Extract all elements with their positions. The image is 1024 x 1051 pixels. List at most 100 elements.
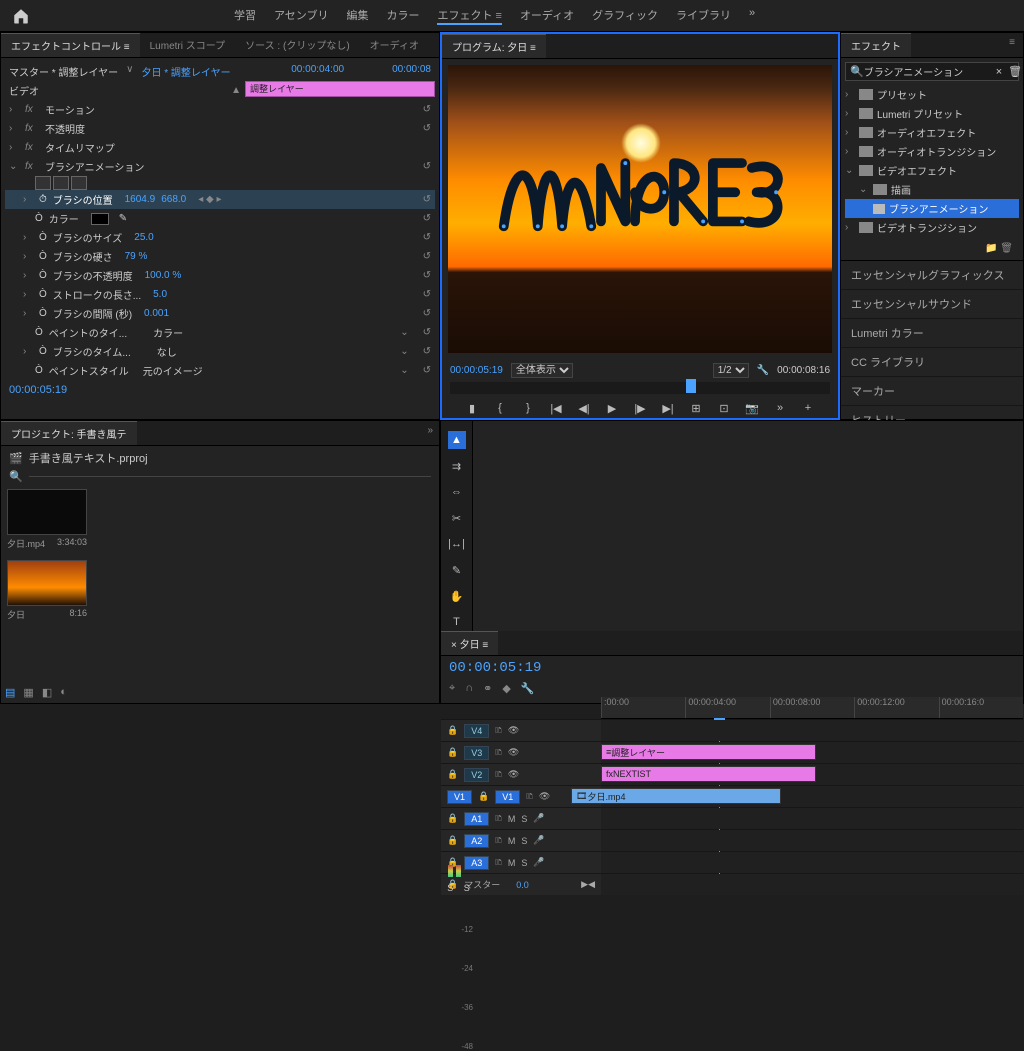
play-icon[interactable]: ▶: [603, 400, 621, 416]
lock-icon[interactable]: 🔒: [447, 725, 458, 736]
stopwatch-icon[interactable]: ⏱: [39, 194, 47, 205]
search-icon[interactable]: 🔍: [9, 470, 23, 483]
linked-selection-icon[interactable]: ⚭: [483, 682, 492, 695]
prop-brush-size[interactable]: ブラシのサイズ: [53, 230, 123, 245]
reset-icon[interactable]: ↺: [423, 104, 431, 115]
timeline-ruler[interactable]: :00:0000:00:04:0000:00:08:0000:00:12:000…: [601, 697, 1023, 719]
settings-icon[interactable]: 🔧: [757, 365, 769, 376]
track-target[interactable]: A3: [464, 856, 489, 870]
freeform-view-icon[interactable]: ◧: [42, 686, 52, 699]
project-item[interactable]: 夕日.mp43:34:03: [7, 489, 87, 550]
reset-icon[interactable]: ↺: [423, 251, 431, 262]
go-out-icon[interactable]: ▶|: [659, 400, 677, 416]
reset-icon[interactable]: ↺: [423, 270, 431, 281]
reset-icon[interactable]: ↺: [423, 232, 431, 243]
tab-project[interactable]: プロジェクト: 手書き風テ: [1, 421, 137, 445]
solo-toggle[interactable]: S: [464, 883, 470, 893]
mark-in-icon[interactable]: ▮: [463, 400, 481, 416]
program-current-tc[interactable]: 00:00:05:19: [450, 365, 503, 376]
new-bin-icon[interactable]: 🗑: [1008, 65, 1022, 78]
effects-search-input[interactable]: [864, 66, 996, 77]
brush-pos-y[interactable]: 668.0: [161, 194, 186, 205]
mask-ellipse-icon[interactable]: [35, 176, 51, 190]
stroke-len-val[interactable]: 5.0: [153, 289, 167, 300]
workspace-tab[interactable]: ライブラリ: [676, 7, 731, 25]
new-folder-icon[interactable]: 📁: [985, 243, 997, 254]
fx-timeremap[interactable]: タイムリマップ: [45, 140, 115, 155]
type-tool-icon[interactable]: T: [448, 613, 466, 631]
fit-dropdown[interactable]: 全体表示: [511, 363, 573, 378]
sort-icon[interactable]: ◐: [60, 686, 67, 699]
slip-tool-icon[interactable]: |↔|: [448, 535, 466, 553]
timeline-clip[interactable]: 🎞 夕日.mp4: [571, 788, 781, 804]
tree-presets[interactable]: プリセット: [877, 87, 927, 102]
tab-sequence[interactable]: × 夕日 ≡: [441, 631, 498, 655]
panel-markers[interactable]: マーカー: [841, 377, 1023, 406]
panel-lumetri-color[interactable]: Lumetri カラー: [841, 319, 1023, 348]
mask-rect-icon[interactable]: [53, 176, 69, 190]
track-target[interactable]: V1: [495, 790, 520, 804]
tab-effects[interactable]: エフェクト: [841, 33, 911, 57]
tab-audio[interactable]: オーディオ: [360, 33, 429, 57]
prop-brush-opacity[interactable]: ブラシの不透明度: [53, 268, 133, 283]
prop-paint-style[interactable]: ペイントスタイル: [49, 363, 129, 378]
panel-essential-sound[interactable]: エッセンシャルサウンド: [841, 290, 1023, 319]
track-select-tool-icon[interactable]: ⇉: [448, 457, 466, 475]
timeline-clip[interactable]: fx NEXTIST: [601, 766, 816, 782]
razor-tool-icon[interactable]: ✂: [448, 509, 466, 527]
tab-effect-controls[interactable]: エフェクトコントロール ≡: [1, 33, 140, 57]
step-back-icon[interactable]: ◀|: [575, 400, 593, 416]
brush-opac-val[interactable]: 100.0 %: [145, 270, 182, 281]
tree-audiotr[interactable]: オーディオトランジション: [877, 144, 996, 159]
reset-icon[interactable]: ↺: [423, 308, 431, 319]
tree-videofx[interactable]: ビデオエフェクト: [877, 163, 957, 178]
workspace-tab[interactable]: エフェクト ≡: [437, 7, 501, 25]
paint-style-val[interactable]: 元のイメージ: [143, 363, 203, 378]
fx-motion[interactable]: モーション: [45, 102, 95, 117]
hand-tool-icon[interactable]: ✋: [448, 587, 466, 605]
ec-timeline-clip[interactable]: 調整レイヤー: [245, 81, 435, 97]
reset-icon[interactable]: ↺: [423, 327, 431, 338]
ripple-tool-icon[interactable]: ⇔: [448, 483, 466, 501]
brush-size-val[interactable]: 25.0: [134, 232, 153, 243]
step-fwd-icon[interactable]: |▶: [631, 400, 649, 416]
magnet-icon[interactable]: ∩: [465, 682, 473, 695]
workspace-overflow[interactable]: »: [749, 7, 755, 25]
insert-icon[interactable]: ⊞: [687, 400, 705, 416]
source-patch[interactable]: V1: [447, 790, 472, 804]
snap-icon[interactable]: ⌖: [449, 682, 455, 695]
pen-tool-icon[interactable]: ✎: [448, 561, 466, 579]
prop-brush-interval[interactable]: ブラシの間隔 (秒): [53, 306, 132, 321]
track-target[interactable]: V2: [464, 768, 489, 782]
fx-opacity[interactable]: 不透明度: [45, 121, 85, 136]
overflow-icon[interactable]: »: [421, 421, 439, 445]
marker-icon[interactable]: ◆: [502, 682, 510, 695]
reset-icon[interactable]: ↺: [423, 194, 431, 205]
paint-time-val[interactable]: カラー: [153, 325, 183, 340]
delete-icon[interactable]: 🗑: [1000, 243, 1013, 254]
overwrite-icon[interactable]: ⊡: [715, 400, 733, 416]
go-in-icon[interactable]: |◀: [547, 400, 565, 416]
tree-draw[interactable]: 描画: [891, 182, 911, 197]
mark-out-icon[interactable]: {: [491, 400, 509, 416]
prop-paint-time[interactable]: ペイントのタイ...: [49, 325, 127, 340]
reset-icon[interactable]: ↺: [423, 161, 431, 172]
project-item[interactable]: 夕日8:16: [7, 560, 87, 621]
workspace-tab[interactable]: 学習: [234, 7, 256, 25]
track-target[interactable]: A2: [464, 834, 489, 848]
overflow-icon[interactable]: »: [771, 400, 789, 416]
brush-time-val[interactable]: なし: [157, 344, 177, 359]
workspace-tab[interactable]: アセンブリ: [274, 7, 328, 25]
reset-icon[interactable]: ↺: [423, 365, 431, 376]
resolution-dropdown[interactable]: 1/2: [713, 363, 749, 378]
brush-pos-x[interactable]: 1604.9: [125, 194, 156, 205]
program-preview[interactable]: [448, 65, 832, 353]
brush-interval-val[interactable]: 0.001: [144, 308, 169, 319]
panel-essential-graphics[interactable]: エッセンシャルグラフィックス: [841, 261, 1023, 290]
tab-lumetri-scopes[interactable]: Lumetri スコープ: [140, 33, 236, 57]
icon-view-icon[interactable]: ▦: [23, 686, 33, 699]
prop-color[interactable]: カラー: [49, 211, 79, 226]
panel-cc-libraries[interactable]: CC ライブラリ: [841, 348, 1023, 377]
tab-source[interactable]: ソース : (クリップなし): [235, 33, 360, 57]
timeline-timecode[interactable]: 00:00:05:19: [449, 660, 541, 676]
